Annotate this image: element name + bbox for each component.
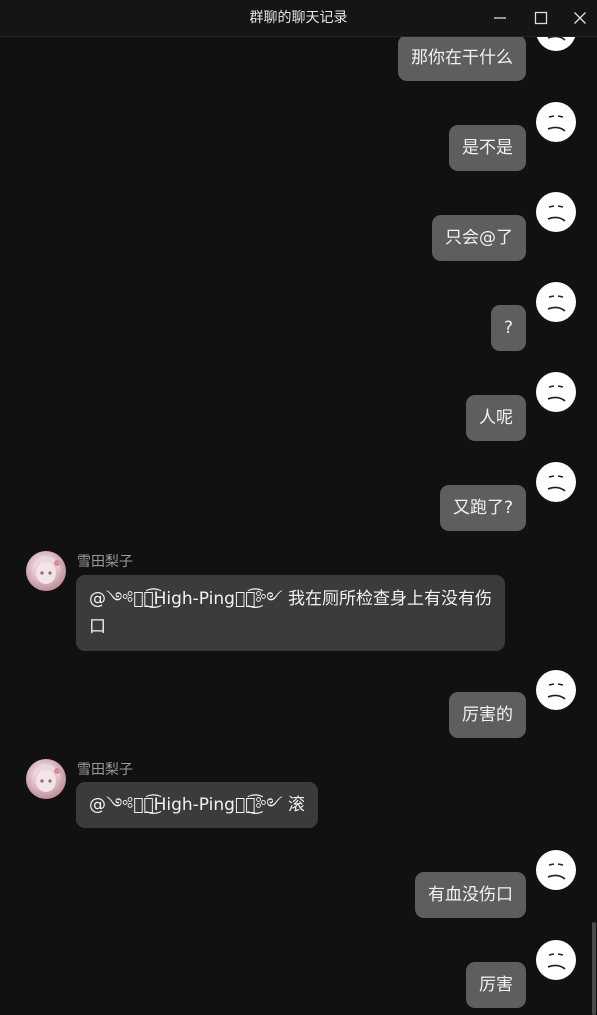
message-bubble[interactable]: @༺ৡৢ͜͡High-Pingৡৢ͜͡༻ 我在厕所检查身上有没有伤 口 <box>76 575 505 651</box>
meh-face-icon <box>547 863 566 880</box>
message-bubble[interactable]: ? <box>490 305 526 351</box>
anime-girl-avatar-icon <box>32 556 60 584</box>
close-icon <box>574 12 586 24</box>
message-text-line: @༺ৡৢ͜͡High-Pingৡৢ͜͡༻ 滚 <box>89 795 305 815</box>
message-bubble[interactable]: 那你在干什么 <box>398 37 526 81</box>
message-bubble[interactable]: 人呢 <box>466 395 526 441</box>
maximize-icon <box>534 11 548 25</box>
avatar[interactable] <box>536 282 576 322</box>
meh-face-icon <box>547 37 566 41</box>
meh-face-icon <box>547 205 566 222</box>
meh-face-icon <box>547 115 566 132</box>
scrollbar-thumb[interactable] <box>592 922 596 1015</box>
message-text-line: 口 <box>89 617 106 637</box>
sender-name: 雪田梨子 <box>77 762 133 778</box>
meh-face-icon <box>547 475 566 492</box>
message-bubble[interactable]: 又跑了? <box>439 485 526 531</box>
minimize-icon <box>494 17 506 19</box>
meh-face-icon <box>547 385 566 402</box>
avatar[interactable] <box>26 759 66 799</box>
message-bubble[interactable]: 厉害 <box>466 962 526 1008</box>
message-bubble[interactable]: 厉害的 <box>449 692 526 738</box>
avatar[interactable] <box>536 670 576 710</box>
avatar[interactable] <box>536 372 576 412</box>
close-button[interactable] <box>560 0 597 36</box>
message-bubble[interactable]: 有血没伤口 <box>415 872 526 918</box>
chat-history-window: 群聊的聊天记录 那你在干什么 是不是 只会@了 ? 人呢 又跑了? 雪田梨子 @… <box>0 0 597 1015</box>
meh-face-icon <box>547 683 566 700</box>
avatar[interactable] <box>536 940 576 980</box>
avatar[interactable] <box>26 551 66 591</box>
message-bubble[interactable]: @༺ৡৢ͜͡High-Pingৡৢ͜͡༻ 滚 <box>76 782 318 828</box>
avatar[interactable] <box>536 37 576 51</box>
avatar[interactable] <box>536 192 576 232</box>
avatar[interactable] <box>536 462 576 502</box>
minimize-button[interactable] <box>480 0 520 36</box>
meh-face-icon <box>547 295 566 312</box>
avatar[interactable] <box>536 850 576 890</box>
maximize-button[interactable] <box>521 0 561 36</box>
avatar[interactable] <box>536 102 576 142</box>
sender-name: 雪田梨子 <box>77 554 133 570</box>
title-bar: 群聊的聊天记录 <box>0 0 597 37</box>
anime-girl-avatar-icon <box>32 764 60 792</box>
message-bubble[interactable]: 只会@了 <box>432 215 526 261</box>
message-list[interactable]: 那你在干什么 是不是 只会@了 ? 人呢 又跑了? 雪田梨子 @༺ৡৢ͜͡Hig… <box>0 37 597 1015</box>
message-bubble[interactable]: 是不是 <box>449 125 526 171</box>
meh-face-icon <box>547 953 566 970</box>
message-text-line: @༺ৡৢ͜͡High-Pingৡৢ͜͡༻ 我在厕所检查身上有没有伤 <box>89 589 492 609</box>
